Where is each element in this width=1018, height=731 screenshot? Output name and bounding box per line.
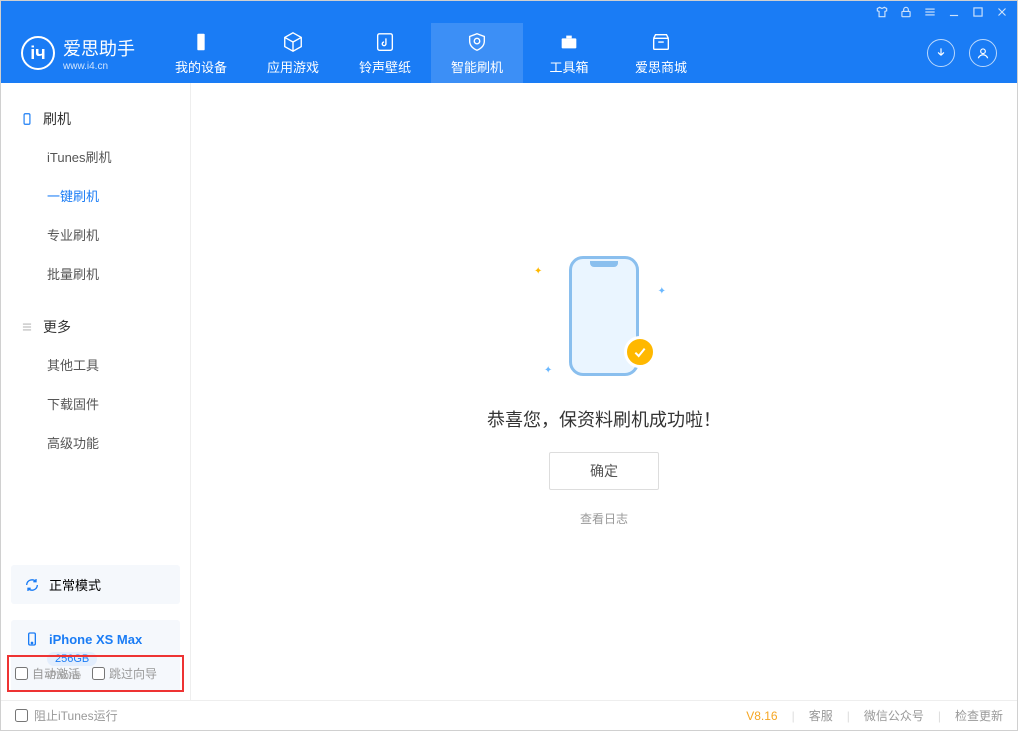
sidebar-item-other-tools[interactable]: 其他工具 (1, 345, 190, 384)
sparkle-icon: ✦ (544, 365, 552, 376)
auto-activate-input[interactable] (15, 667, 28, 680)
divider: | (847, 709, 850, 723)
confirm-button[interactable]: 确定 (549, 452, 659, 490)
tab-label: 工具箱 (549, 57, 588, 76)
nav-tabs: 我的设备 应用游戏 铃声壁纸 智能刷机 工具箱 爱思商城 (155, 23, 707, 83)
maximize-icon[interactable] (971, 5, 985, 19)
lock-icon[interactable] (899, 5, 913, 19)
logo-icon: iч (21, 36, 55, 70)
sidebar-section-flash: 刷机 (1, 101, 190, 137)
tshirt-icon[interactable] (875, 5, 889, 19)
tab-toolbox[interactable]: 工具箱 (523, 23, 615, 83)
sidebar-item-one-click-flash[interactable]: 一键刷机 (1, 176, 190, 215)
sync-icon (23, 576, 41, 594)
tab-smart-flash[interactable]: 智能刷机 (431, 23, 523, 83)
minimize-icon[interactable] (947, 5, 961, 19)
device-icon (23, 630, 41, 648)
mode-card[interactable]: 正常模式 (11, 565, 180, 604)
sidebar-item-download-firmware[interactable]: 下载固件 (1, 384, 190, 423)
header-right (927, 39, 1017, 67)
music-icon (374, 31, 396, 53)
statusbar: 阻止iTunes运行 V8.16 | 客服 | 微信公众号 | 检查更新 (1, 700, 1017, 730)
block-itunes-label: 阻止iTunes运行 (34, 707, 118, 724)
skip-guide-label: 跳过向导 (109, 665, 157, 682)
view-log-link[interactable]: 查看日志 (580, 510, 628, 527)
highlighted-options: 自动激活 跳过向导 (7, 655, 184, 692)
titlebar (1, 1, 1017, 23)
sidebar: 刷机 iTunes刷机 一键刷机 专业刷机 批量刷机 更多 其他工具 下载固件 … (1, 83, 191, 700)
list-icon (19, 319, 35, 335)
mode-label: 正常模式 (49, 575, 101, 594)
tab-apps-games[interactable]: 应用游戏 (247, 23, 339, 83)
tab-label: 爱思商城 (635, 57, 687, 76)
section-label: 更多 (43, 317, 71, 337)
sidebar-item-batch-flash[interactable]: 批量刷机 (1, 254, 190, 293)
main-content: ✦ ✦ ✦ 恭喜您，保资料刷机成功啦！ 确定 查看日志 (191, 83, 1017, 700)
divider: | (938, 709, 941, 723)
tab-my-device[interactable]: 我的设备 (155, 23, 247, 83)
sidebar-item-pro-flash[interactable]: 专业刷机 (1, 215, 190, 254)
wechat-link[interactable]: 微信公众号 (864, 707, 924, 724)
auto-activate-checkbox[interactable]: 自动激活 (15, 665, 80, 682)
sparkle-icon: ✦ (658, 286, 666, 297)
check-badge-icon (624, 336, 656, 368)
tab-store[interactable]: 爱思商城 (615, 23, 707, 83)
tab-label: 铃声壁纸 (359, 57, 411, 76)
success-illustration: ✦ ✦ ✦ (524, 256, 684, 386)
toolbox-icon (558, 31, 580, 53)
divider: | (792, 709, 795, 723)
app-name: 爱思助手 (63, 35, 135, 61)
skip-guide-checkbox[interactable]: 跳过向导 (92, 665, 157, 682)
section-label: 刷机 (43, 109, 71, 129)
auto-activate-label: 自动激活 (32, 665, 80, 682)
shield-icon (466, 31, 488, 53)
success-message: 恭喜您，保资料刷机成功啦！ (487, 406, 721, 432)
device-icon (190, 31, 212, 53)
logo: iч 爱思助手 www.i4.cn (1, 35, 155, 72)
skip-guide-input[interactable] (92, 667, 105, 680)
sidebar-item-itunes-flash[interactable]: iTunes刷机 (1, 137, 190, 176)
menu-icon[interactable] (923, 5, 937, 19)
body: 刷机 iTunes刷机 一键刷机 专业刷机 批量刷机 更多 其他工具 下载固件 … (1, 83, 1017, 700)
store-icon (650, 31, 672, 53)
close-icon[interactable] (995, 5, 1009, 19)
version-label: V8.16 (746, 709, 777, 723)
check-update-link[interactable]: 检查更新 (955, 707, 1003, 724)
phone-icon (19, 111, 35, 127)
tab-label: 我的设备 (175, 57, 227, 76)
tab-label: 智能刷机 (451, 57, 503, 76)
sparkle-icon: ✦ (534, 266, 542, 277)
support-link[interactable]: 客服 (809, 707, 833, 724)
header: iч 爱思助手 www.i4.cn 我的设备 应用游戏 铃声壁纸 智能刷机 (1, 23, 1017, 83)
sidebar-item-advanced[interactable]: 高级功能 (1, 423, 190, 462)
app-window: iч 爱思助手 www.i4.cn 我的设备 应用游戏 铃声壁纸 智能刷机 (0, 0, 1018, 731)
device-name: iPhone XS Max (49, 632, 142, 647)
block-itunes-checkbox[interactable] (15, 709, 28, 722)
user-button[interactable] (969, 39, 997, 67)
tab-label: 应用游戏 (267, 57, 319, 76)
cube-icon (282, 31, 304, 53)
sidebar-section-more: 更多 (1, 309, 190, 345)
app-url: www.i4.cn (63, 61, 135, 72)
tab-ringtones-wallpapers[interactable]: 铃声壁纸 (339, 23, 431, 83)
download-button[interactable] (927, 39, 955, 67)
